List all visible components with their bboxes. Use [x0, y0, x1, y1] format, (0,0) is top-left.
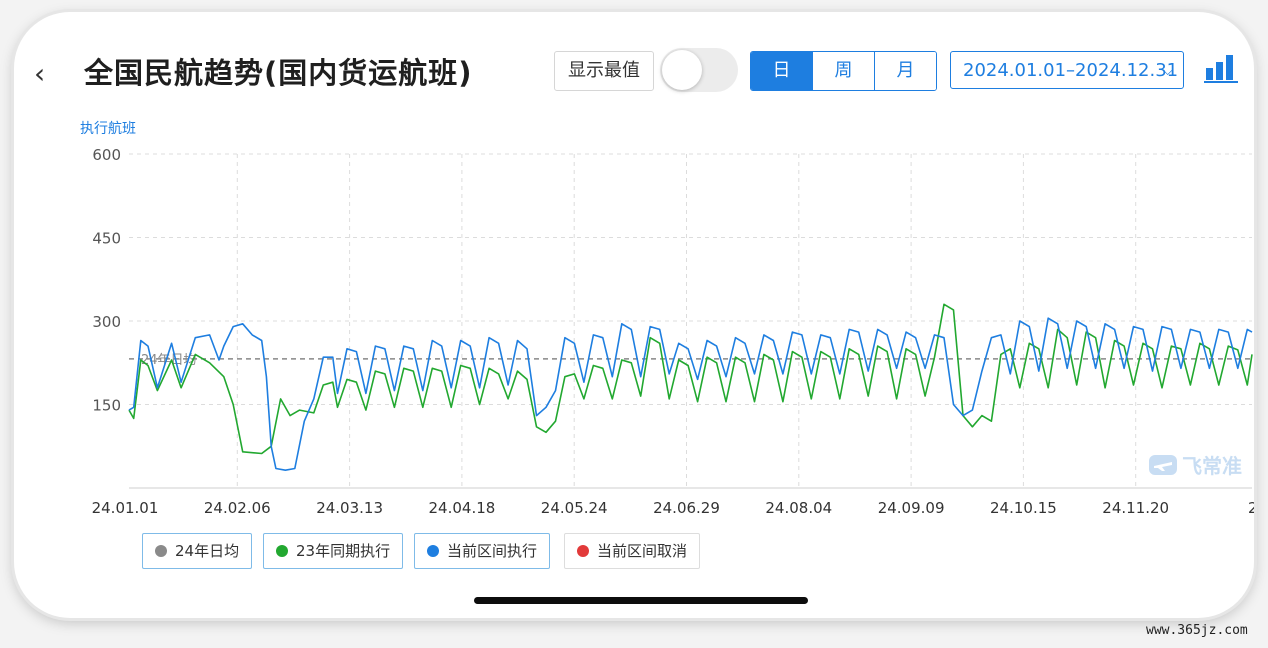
legend-label: 24年日均	[175, 542, 240, 560]
x-tick-label: 24.03.13	[316, 499, 383, 517]
brand-watermark-text: 飞常准	[1182, 454, 1242, 478]
series-line	[128, 317, 1253, 472]
brand-watermark: 飞常准	[1148, 450, 1242, 479]
x-tick-label: 24.10.15	[990, 499, 1057, 517]
x-tick-label: 24.04.18	[429, 499, 496, 517]
x-tick-label: 24.02.06	[204, 499, 271, 517]
x-tick-label: 24.05.24	[541, 499, 608, 517]
legend-item-24-avg[interactable]: 24年日均	[142, 533, 253, 569]
x-tick-label: 24.09.09	[878, 499, 945, 517]
legend-item-current-cancelled[interactable]: 当前区间取消	[564, 533, 701, 569]
legend-item-23-executed[interactable]: 23年同期执行	[263, 533, 404, 569]
x-tick-label: 24	[1248, 499, 1254, 517]
y-tick-label: 300	[92, 313, 121, 331]
legend-dot	[155, 545, 167, 557]
legend-dot	[427, 545, 439, 557]
x-tick-label: 24.08.04	[765, 499, 832, 517]
legend-label: 当前区间执行	[447, 542, 538, 560]
plane-logo-icon	[1149, 454, 1177, 475]
x-tick-label: 24.01.01	[92, 499, 159, 517]
legend-dot	[276, 545, 288, 557]
legend-label: 当前区间取消	[597, 542, 688, 560]
legend-label: 23年同期执行	[296, 542, 391, 560]
y-tick-label: 600	[92, 146, 121, 164]
phone-screen: ‹ 全国民航趋势(国内货运航班) 显示最值 日 周 月 2024.01.01–2…	[14, 12, 1254, 618]
y-tick-label: 150	[92, 397, 121, 415]
series-line	[128, 303, 1253, 455]
x-tick-label: 24.06.29	[653, 499, 720, 517]
line-chart: 150 300 450 600 24.01.01 24.02.06 24.03.13 24.0…	[92, 146, 1254, 517]
home-indicator[interactable]	[474, 597, 808, 604]
site-watermark: www.365jz.com	[1146, 623, 1248, 638]
x-tick-label: 24.11.20	[1102, 499, 1169, 517]
legend-item-current-executed[interactable]: 当前区间执行	[414, 533, 551, 569]
y-tick-label: 450	[92, 230, 121, 248]
legend-dot	[577, 545, 589, 557]
